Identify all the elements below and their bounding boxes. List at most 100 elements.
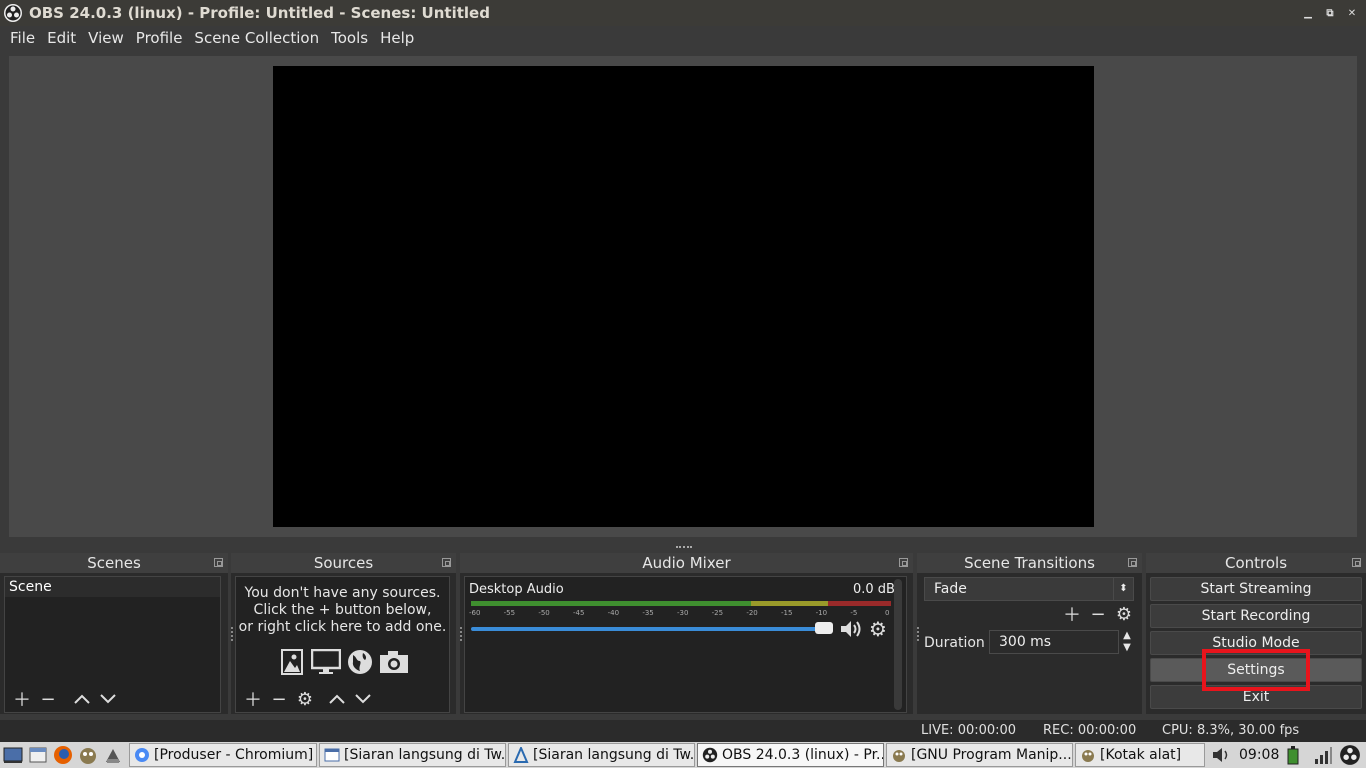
add-icon[interactable]: ＋ xyxy=(11,688,33,711)
live-timer: LIVE: 00:00:00 xyxy=(921,723,1017,738)
task-siaran-2[interactable]: [Siaran langsung di Tw... xyxy=(508,743,695,767)
splitter-handle[interactable] xyxy=(676,546,692,550)
speaker-icon[interactable] xyxy=(839,619,863,643)
menu-help[interactable]: Help xyxy=(374,29,420,47)
mixer-panel: Desktop Audio 0.0 dB -60 -55 -50 -45 -40 -35-… xyxy=(464,576,907,713)
volume-icon[interactable] xyxy=(1211,746,1233,764)
menu-profile[interactable]: Profile xyxy=(130,29,189,47)
scene-transitions-dock: Scene Transitions Fade ⬍ ＋ − ⚙ Duration … xyxy=(917,553,1142,714)
scenes-dock: Scenes Scene ＋ − xyxy=(0,553,228,714)
sources-toolbar: ＋ − ⚙ xyxy=(236,686,449,712)
volume-slider[interactable] xyxy=(471,627,831,631)
gimp-icon[interactable] xyxy=(76,744,100,766)
rec-timer: REC: 00:00:00 xyxy=(1043,723,1137,738)
minimize-icon[interactable]: ▁ xyxy=(1298,3,1318,23)
task-obs[interactable]: OBS 24.0.3 (linux) - Pr... xyxy=(697,743,884,767)
meter-tick-label: -60 xyxy=(469,609,481,617)
restore-icon[interactable]: ⧉ xyxy=(1320,3,1340,23)
menu-tools[interactable]: Tools xyxy=(325,29,374,47)
dock-grip[interactable] xyxy=(231,627,234,641)
meter-tick-label: -40 xyxy=(607,609,620,617)
window-icon xyxy=(324,748,340,762)
close-icon[interactable]: ✕ xyxy=(1342,3,1362,23)
gear-icon[interactable]: ⚙ xyxy=(294,688,316,710)
add-icon[interactable]: ＋ xyxy=(242,688,264,711)
menu-edit[interactable]: Edit xyxy=(41,29,82,47)
meter-ticks: -60 -55 -50 -45 -40 -35 -30 -25 -20 -15 -10 -5 0 xyxy=(469,609,891,619)
preview-canvas[interactable] xyxy=(273,66,1094,527)
move-down-icon[interactable] xyxy=(97,688,119,710)
gear-icon[interactable]: ⚙ xyxy=(1113,603,1135,625)
controls-title: Controls xyxy=(1146,553,1366,573)
scrollbar[interactable] xyxy=(894,579,902,710)
start-streaming-button[interactable]: Start Streaming xyxy=(1150,577,1362,601)
scenes-list[interactable]: Scene ＋ − xyxy=(4,576,221,713)
chromium-icon xyxy=(135,748,149,762)
dock-grip[interactable] xyxy=(460,627,463,641)
taskbar: [Produser - Chromium] [Siaran langsung d… xyxy=(0,742,1366,768)
dock-grip[interactable] xyxy=(917,627,920,641)
triangle-icon xyxy=(513,747,529,763)
meter-tick-label: -30 xyxy=(677,609,689,617)
system-tray: 09:08 xyxy=(1211,744,1361,766)
meter-tick-label: -5 xyxy=(850,609,858,617)
transition-select[interactable]: Fade ⬍ xyxy=(924,577,1134,601)
transition-toolbar: ＋ − ⚙ xyxy=(1061,603,1135,627)
task-siaran-1[interactable]: [Siaran langsung di Tw... xyxy=(319,743,506,767)
task-chromium[interactable]: [Produser - Chromium] xyxy=(129,743,317,767)
status-bar: LIVE: 00:00:00 REC: 00:00:00 CPU: 8.3%, … xyxy=(0,720,1366,742)
menu-file[interactable]: File xyxy=(4,29,41,47)
float-dock-icon[interactable] xyxy=(1128,558,1137,567)
volume-meter xyxy=(471,601,891,606)
move-up-icon[interactable] xyxy=(71,688,93,710)
obs-icon xyxy=(702,747,718,763)
float-dock-icon[interactable] xyxy=(1352,558,1361,567)
task-label: OBS 24.0.3 (linux) - Pr... xyxy=(722,747,884,763)
task-label: [Produser - Chromium] xyxy=(154,747,314,763)
move-down-icon[interactable] xyxy=(352,688,374,710)
task-label: [Siaran langsung di Tw... xyxy=(533,747,695,763)
sources-list[interactable]: You don't have any sources. Click the + … xyxy=(235,576,450,713)
empty-line-1: You don't have any sources. xyxy=(244,585,441,601)
meter-tick-label: -35 xyxy=(642,609,654,617)
firefox-icon[interactable] xyxy=(51,744,75,766)
remove-icon[interactable]: − xyxy=(37,688,59,710)
duration-input[interactable]: 300 ms xyxy=(989,630,1119,654)
remove-icon[interactable]: − xyxy=(1087,603,1109,625)
task-kotak-alat[interactable]: [Kotak alat] xyxy=(1075,743,1205,767)
cpu-status: CPU: 8.3%, 30.00 fps xyxy=(1162,723,1300,738)
list-item[interactable]: Scene xyxy=(5,577,220,597)
transition-selected: Fade xyxy=(934,581,967,597)
task-gimp[interactable]: [GNU Program Manip... xyxy=(886,743,1073,767)
network-icon[interactable] xyxy=(1313,745,1333,765)
menu-scene-collection[interactable]: Scene Collection xyxy=(188,29,325,47)
add-icon[interactable]: ＋ xyxy=(1061,603,1083,626)
empty-line-3: or right click here to add one. xyxy=(238,619,447,635)
desktop-icon[interactable] xyxy=(1,744,25,766)
display-icon xyxy=(310,648,341,676)
gear-icon[interactable]: ⚙ xyxy=(869,617,887,641)
sources-dock: Sources You don't have any sources. Clic… xyxy=(231,553,456,714)
battery-icon[interactable] xyxy=(1285,745,1307,765)
chevron-down-icon[interactable]: ▼ xyxy=(1119,642,1135,654)
terminal-icon[interactable] xyxy=(101,744,125,766)
duration-stepper[interactable]: ▲ ▼ xyxy=(1119,630,1135,654)
clock[interactable]: 09:08 xyxy=(1239,747,1279,763)
remove-icon[interactable]: − xyxy=(268,688,290,710)
sources-title: Sources xyxy=(231,553,456,573)
obs-tray-icon[interactable] xyxy=(1339,744,1361,766)
meter-tick-label: -45 xyxy=(573,609,585,617)
file-manager-icon[interactable] xyxy=(26,744,50,766)
menu-view[interactable]: View xyxy=(82,29,130,47)
float-dock-icon[interactable] xyxy=(899,558,908,567)
obs-logo-icon xyxy=(4,4,22,22)
scenes-toolbar: ＋ − xyxy=(5,686,220,712)
move-up-icon[interactable] xyxy=(326,688,348,710)
float-dock-icon[interactable] xyxy=(442,558,451,567)
volume-slider-thumb[interactable] xyxy=(815,622,833,634)
start-recording-button[interactable]: Start Recording xyxy=(1150,604,1362,628)
mixer-title-label: Audio Mixer xyxy=(642,554,731,572)
float-dock-icon[interactable] xyxy=(214,558,223,567)
chevron-up-icon[interactable]: ▲ xyxy=(1119,630,1135,642)
preview-area[interactable] xyxy=(9,56,1357,537)
